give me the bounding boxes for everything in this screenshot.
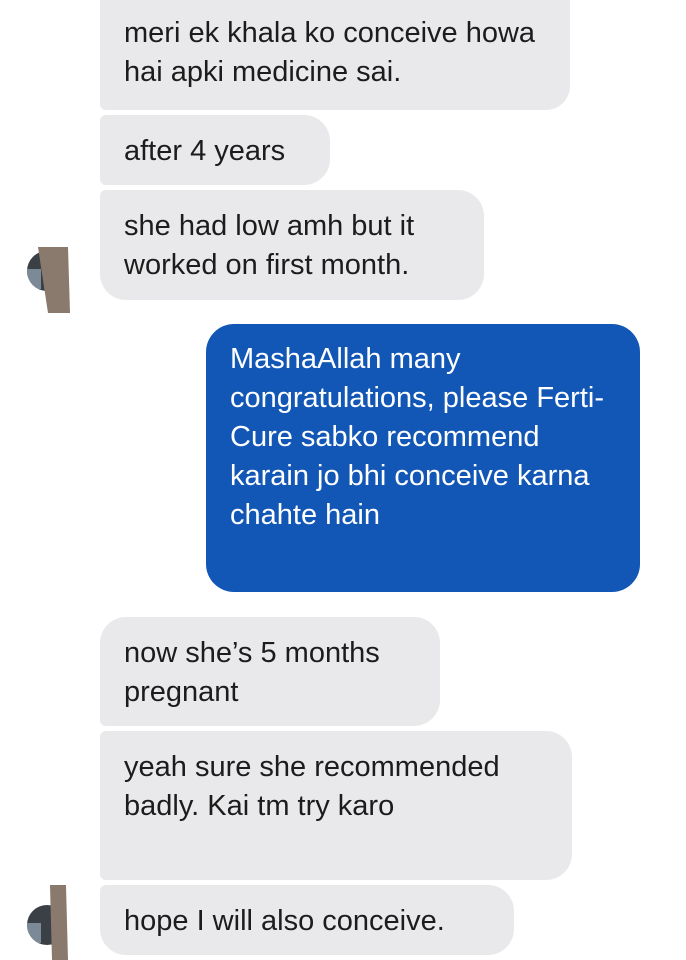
message-text: meri ek khala ko conceive howa hai apki … bbox=[124, 17, 536, 88]
avatar-icon bbox=[27, 247, 70, 313]
incoming-message-bubble[interactable]: yeah sure she recommended badly. Kai tm … bbox=[100, 731, 572, 880]
message-text: she had low amh but it worked on first m… bbox=[124, 210, 415, 281]
message-text: yeah sure she recommended badly. Kai tm … bbox=[124, 751, 500, 822]
incoming-message-bubble[interactable]: she had low amh but it worked on first m… bbox=[100, 190, 484, 300]
avatar-icon bbox=[27, 885, 68, 960]
incoming-message-bubble[interactable]: after 4 years bbox=[100, 115, 330, 185]
outgoing-message-bubble[interactable]: MashaAllah many congratulations, please … bbox=[206, 324, 640, 592]
incoming-message-bubble[interactable]: now she’s 5 months pregnant bbox=[100, 617, 440, 726]
message-text: hope I will also conceive. bbox=[124, 905, 445, 937]
message-text: now she’s 5 months pregnant bbox=[124, 637, 380, 708]
message-text: after 4 years bbox=[124, 135, 286, 167]
message-text: MashaAllah many congratulations, please … bbox=[230, 343, 604, 531]
incoming-message-bubble[interactable]: hope I will also conceive. bbox=[100, 885, 514, 955]
sender-avatar[interactable] bbox=[18, 243, 76, 313]
sender-avatar[interactable] bbox=[18, 885, 76, 960]
incoming-message-bubble[interactable]: meri ek khala ko conceive howa hai apki … bbox=[100, 0, 570, 110]
